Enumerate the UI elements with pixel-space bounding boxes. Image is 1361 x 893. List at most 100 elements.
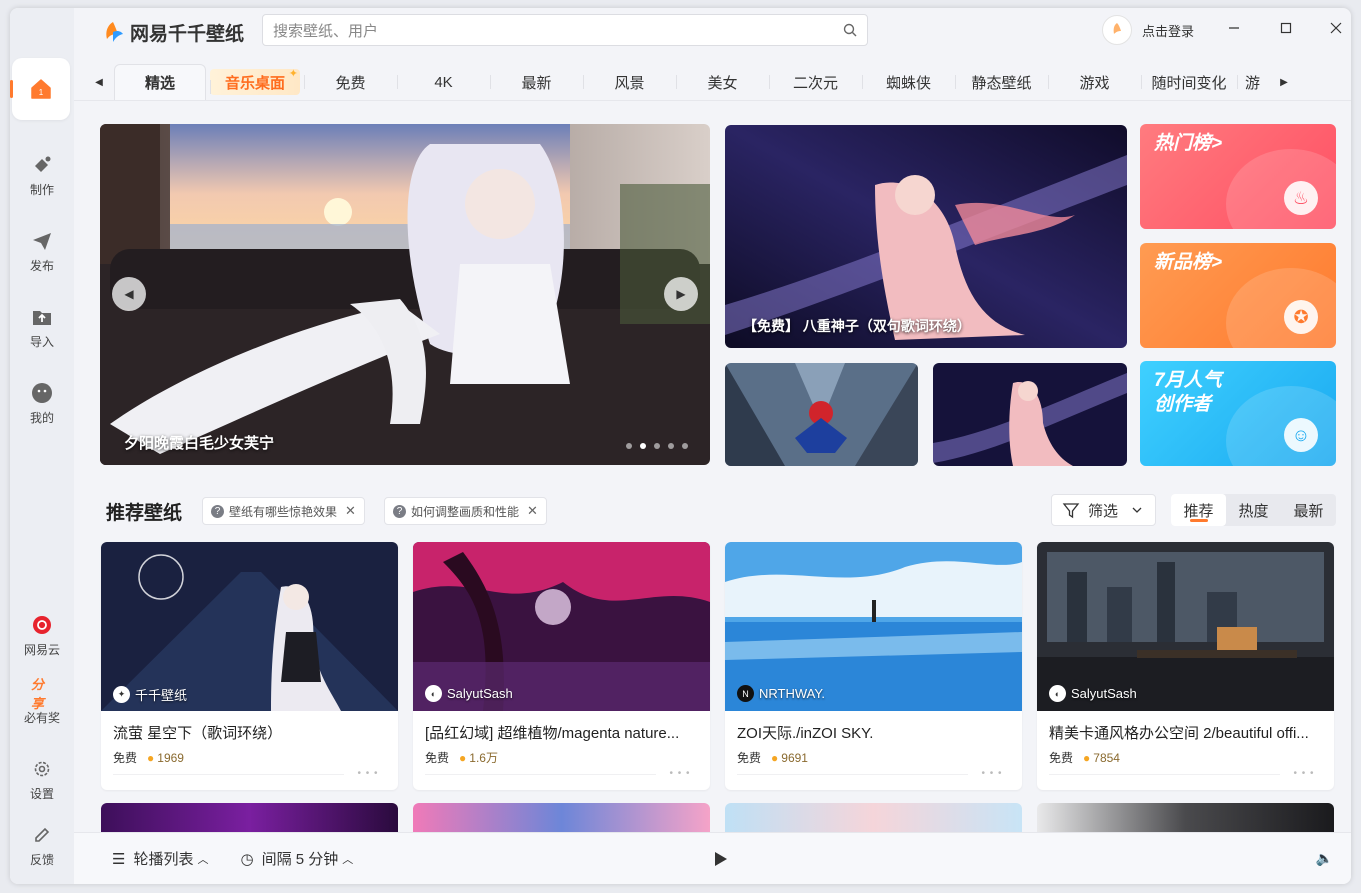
pagination-dot-active[interactable]	[640, 443, 646, 449]
tab-label: 随时间变化	[1151, 74, 1227, 92]
flame-icon: ♨	[1284, 181, 1318, 215]
tabs-scroll-left[interactable]: ◀	[88, 64, 110, 100]
close-icon	[1330, 22, 1342, 34]
interval-selector[interactable]: ◷ 间隔 5 分钟 ︿	[240, 848, 353, 869]
feature-banner[interactable]: 【免费】 八重神子（双句歌词环绕）	[725, 125, 1127, 348]
maximize-button[interactable]	[1274, 16, 1298, 40]
sidebar-item-settings[interactable]: 设置	[10, 748, 74, 812]
tip-chip-quality[interactable]: ? 如何调整画质和性能 ✕	[384, 497, 547, 525]
tab-featured[interactable]: 精选	[114, 64, 206, 100]
sidebar-item-home[interactable]: 1	[10, 58, 70, 120]
wallpaper-card[interactable]: ✦ 千千壁纸 流萤 星空下（歌词环绕） 免费 ● 1969 • • •	[101, 542, 398, 790]
sort-recommended[interactable]: 推荐	[1171, 494, 1226, 526]
tab-time-varying[interactable]: 随时间变化	[1141, 64, 1237, 100]
chevron-right-icon: ▶	[676, 287, 686, 301]
card-meta: 免费 ● 9691	[737, 749, 808, 766]
sidebar-item-label: 反馈	[29, 853, 54, 867]
hero-banner[interactable]: ◀ ▶ 夕阳晚霞白毛少女芙宁	[100, 124, 710, 465]
more-options-icon[interactable]: • • •	[348, 768, 388, 780]
play-button[interactable]	[710, 849, 730, 869]
pagination-dot[interactable]	[626, 443, 632, 449]
pagination-dot[interactable]	[682, 443, 688, 449]
sort-popular[interactable]: 热度	[1226, 494, 1281, 526]
sidebar-item-create[interactable]: 制作	[10, 144, 74, 208]
hero-title: 夕阳晚霞白毛少女芙宁	[124, 435, 275, 452]
sidebar-item-mine[interactable]: 我的	[10, 372, 74, 436]
caret-left-icon: ◀	[95, 76, 103, 88]
pagination-dot[interactable]	[654, 443, 660, 449]
tab-label: 风景	[614, 74, 645, 92]
more-options-icon[interactable]: • • •	[972, 768, 1012, 780]
yae-miko-banner[interactable]	[933, 363, 1127, 466]
search-box[interactable]: 搜索壁纸、用户	[262, 14, 868, 46]
filter-icon	[1062, 503, 1080, 519]
card-author[interactable]: ✦ 千千壁纸	[113, 685, 187, 704]
card-author[interactable]: ◐ SalyutSash	[1049, 685, 1137, 702]
tabs-scroll-right[interactable]: ▶	[1273, 64, 1295, 100]
chip-label: 壁纸有哪些惊艳效果	[229, 504, 338, 519]
medal-icon: ✪	[1284, 300, 1318, 334]
caret-right-icon: ▶	[1280, 76, 1288, 88]
tab-static[interactable]: 静态壁纸	[955, 64, 1048, 100]
card-title: 精美卡通风格办公空间 2/beautiful offi...	[1049, 725, 1309, 742]
gear-icon	[31, 758, 53, 780]
question-icon: ?	[211, 504, 224, 518]
fire-icon: ●	[459, 750, 467, 765]
sidebar-item-feedback[interactable]: 反馈	[10, 814, 74, 878]
svg-text:1: 1	[39, 88, 44, 97]
close-button[interactable]	[1324, 16, 1348, 40]
sort-newest[interactable]: 最新	[1281, 494, 1336, 526]
hero-next-button[interactable]: ▶	[664, 277, 698, 311]
more-options-icon[interactable]: • • •	[660, 768, 700, 780]
sidebar-item-netease-cloud[interactable]: 网易云	[10, 604, 74, 668]
close-icon[interactable]: ✕	[345, 503, 356, 519]
tip-chip-effects[interactable]: ? 壁纸有哪些惊艳效果 ✕	[202, 497, 365, 525]
sidebar: 1 制作 发布 导入 我的 网易云 分享 必有奖 设置 反馈	[10, 8, 74, 884]
card-author[interactable]: ◐ SalyutSash	[425, 685, 513, 702]
smiley-icon	[31, 382, 53, 404]
spiderman-banner[interactable]	[725, 363, 918, 466]
wallpaper-card[interactable]: ◐ SalyutSash 精美卡通风格办公空间 2/beautiful offi…	[1037, 542, 1334, 790]
tab-beauty[interactable]: 美女	[676, 64, 769, 100]
card-author[interactable]: N NRTHWAY.	[737, 685, 825, 702]
spiderman-banner-image	[725, 363, 918, 466]
tab-scenery[interactable]: 风景	[583, 64, 676, 100]
tab-4k[interactable]: 4K	[397, 64, 490, 100]
wallpaper-card[interactable]: N NRTHWAY. ZOI天际./inZOI SKY. 免费 ● 9691 •…	[725, 542, 1022, 790]
playlist-toggle[interactable]: ☰ 轮播列表 ︿	[112, 848, 208, 869]
pagination-dot[interactable]	[668, 443, 674, 449]
wallpaper-card[interactable]: ◐ SalyutSash [品红幻域] 超维植物/magenta nature.…	[413, 542, 710, 790]
tab-music-desktop[interactable]: 音乐桌面 ✦	[210, 68, 300, 95]
tab-label: 美女	[707, 74, 738, 92]
tab-latest[interactable]: 最新	[490, 64, 583, 100]
heat-count: 9691	[781, 750, 808, 765]
filter-dropdown[interactable]: 筛选	[1051, 494, 1156, 526]
search-icon[interactable]	[843, 23, 857, 37]
feature-banner-caption: 【免费】 八重神子（双句歌词环绕）	[743, 318, 971, 334]
more-options-icon[interactable]: • • •	[1284, 768, 1324, 780]
login-label: 点击登录	[1142, 23, 1195, 39]
sidebar-item-import[interactable]: 导入	[10, 296, 74, 360]
close-icon[interactable]: ✕	[527, 503, 538, 519]
new-ranking-card[interactable]: 新品榜> ✪	[1140, 243, 1336, 348]
import-folder-icon	[31, 306, 53, 328]
tab-partial[interactable]: 游	[1237, 64, 1273, 100]
creator-ranking-card[interactable]: 7月人气 创作者 ☺	[1140, 361, 1336, 466]
tab-spiderman[interactable]: 蜘蛛侠	[862, 64, 955, 100]
sidebar-item-label: 发布	[29, 259, 54, 273]
sidebar-item-share[interactable]: 分享 必有奖	[10, 672, 74, 736]
sidebar-item-publish[interactable]: 发布	[10, 220, 74, 284]
author-name: SalyutSash	[447, 686, 513, 701]
tab-games[interactable]: 游戏	[1048, 64, 1141, 100]
hot-ranking-card[interactable]: 热门榜> ♨	[1140, 124, 1336, 229]
hero-prev-button[interactable]: ◀	[112, 277, 146, 311]
volume-icon[interactable]: 🔈	[1316, 850, 1333, 867]
share-icon: 分享	[31, 677, 45, 711]
tab-anime[interactable]: 二次元	[769, 64, 862, 100]
minimize-button[interactable]	[1222, 16, 1246, 40]
search-input[interactable]: 搜索壁纸、用户	[273, 20, 843, 41]
tab-free[interactable]: 免费	[304, 64, 397, 100]
minimize-icon	[1229, 27, 1239, 29]
price-label: 免费	[1049, 751, 1074, 765]
login-button[interactable]: 点击登录	[1102, 14, 1194, 46]
